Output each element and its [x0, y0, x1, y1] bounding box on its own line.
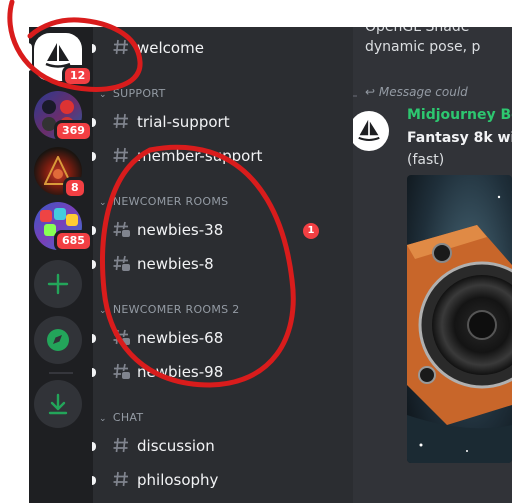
channel-trial-support[interactable]: trial-support	[92, 107, 333, 139]
server-2[interactable]: 369	[34, 91, 93, 142]
rail-separator	[49, 372, 73, 374]
server-3[interactable]: 8	[34, 147, 87, 199]
category-support[interactable]: ⌄ SUPPORT	[99, 87, 165, 100]
message-prompt: Fantasy 8k wid	[407, 130, 512, 146]
text-channel-icon	[113, 437, 128, 453]
server-mention-badge: 685	[54, 230, 93, 252]
previous-message-text: OpenGL Shade dynamic pose, p	[365, 27, 481, 55]
text-channel-icon	[113, 147, 128, 163]
chevron-down-icon: ⌄	[99, 90, 107, 100]
category-newcomer-rooms[interactable]: ⌄ NEWCOMER ROOMS	[99, 195, 228, 208]
unread-indicator	[92, 368, 96, 377]
server-mention-badge: 369	[54, 120, 93, 142]
add-server-button[interactable]	[34, 260, 82, 308]
channel-name: newbies-98	[137, 363, 224, 381]
thread-channel-icon	[113, 255, 130, 271]
thread-channel-icon	[113, 221, 130, 237]
channel-name: newbies-8	[137, 255, 214, 273]
explore-servers-button[interactable]	[34, 316, 82, 364]
channel-name: discussion	[137, 437, 215, 455]
reply-arrow-icon: ↩	[365, 85, 376, 99]
unread-indicator	[92, 226, 96, 235]
generated-image[interactable]	[407, 175, 512, 463]
channel-name: philosophy	[137, 471, 219, 489]
channel-newbies-8[interactable]: newbies-8	[92, 249, 333, 281]
channel-newbies-38[interactable]: newbies-38 1	[92, 215, 333, 247]
midjourney-sailboat-icon	[358, 119, 380, 142]
unread-indicator	[92, 44, 96, 53]
unread-indicator	[92, 476, 96, 485]
unread-indicator	[92, 152, 96, 161]
speaker-artwork-image	[407, 175, 512, 463]
channel-name: member-support	[137, 147, 263, 165]
active-server-indicator	[29, 43, 32, 71]
category-newcomer-rooms-2[interactable]: ⌄ NEWCOMER ROOMS 2	[99, 303, 240, 316]
reply-preview[interactable]: ↩ Message could	[365, 85, 468, 99]
unread-indicator	[92, 334, 96, 343]
channel-philosophy[interactable]: philosophy	[92, 465, 333, 497]
text-channel-icon	[113, 471, 128, 487]
text-channel-icon	[113, 113, 128, 129]
server-mention-badge: 12	[62, 65, 94, 87]
compass-icon	[47, 329, 69, 351]
unread-indicator	[92, 118, 96, 127]
chevron-down-icon: ⌄	[99, 414, 107, 424]
message-author[interactable]: Midjourney Bot	[407, 107, 512, 123]
text-channel-icon	[113, 39, 128, 55]
mention-badge: 1	[303, 223, 319, 239]
channel-discussion[interactable]: discussion	[92, 431, 333, 463]
server-mention-badge: 8	[63, 177, 87, 199]
unread-indicator	[92, 260, 96, 269]
channel-list: welcome ⌄ SUPPORT trial-support member-su…	[92, 27, 353, 503]
channel-name: newbies-38	[137, 221, 224, 239]
download-icon	[48, 393, 68, 415]
thread-channel-icon	[113, 329, 130, 345]
generation-mode: (fast)	[407, 152, 445, 168]
thread-channel-icon	[113, 363, 130, 379]
channel-welcome[interactable]: welcome	[92, 33, 333, 65]
plus-icon	[47, 273, 69, 295]
channel-member-support[interactable]: member-support	[92, 141, 333, 173]
channel-name: trial-support	[137, 113, 230, 131]
category-chat[interactable]: ⌄ CHAT	[99, 411, 143, 424]
channel-name: welcome	[137, 39, 204, 57]
channel-name: newbies-68	[137, 329, 224, 347]
chevron-down-icon: ⌄	[99, 306, 107, 316]
server-4[interactable]: 685	[34, 202, 93, 252]
reply-connector	[353, 95, 357, 109]
download-apps-button[interactable]	[34, 380, 82, 428]
server-rail: 12 369 8 685	[29, 27, 94, 503]
bot-avatar[interactable]	[353, 111, 389, 151]
chevron-down-icon: ⌄	[99, 198, 107, 208]
unread-indicator	[92, 442, 96, 451]
server-midjourney[interactable]: 12	[34, 33, 94, 87]
channel-newbies-68[interactable]: newbies-68	[92, 323, 333, 355]
channel-newbies-98[interactable]: newbies-98	[92, 357, 333, 389]
